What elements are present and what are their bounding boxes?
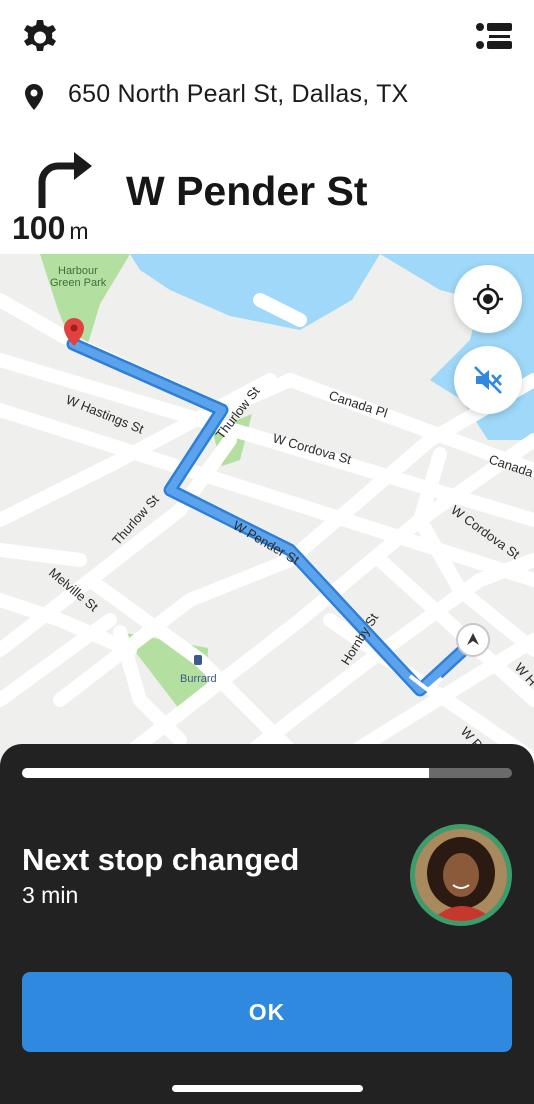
crosshair-icon (473, 284, 503, 314)
current-location-marker (456, 623, 490, 657)
water-area (130, 254, 380, 330)
turn-right-arrow-icon (30, 142, 96, 212)
map-label-w-pender: W Pender St (231, 518, 303, 568)
ok-button[interactable]: OK (22, 972, 512, 1052)
map-label-park-line2: Green Park (50, 277, 107, 289)
gear-icon[interactable] (20, 18, 60, 58)
notice-eta: 3 min (22, 882, 79, 908)
avatar (410, 824, 512, 926)
address-row: 650 North Pearl St, Dallas, TX (0, 78, 534, 128)
distance-value: 100 (12, 210, 66, 246)
map-label-burrard: Burrard (180, 673, 217, 685)
distance-unit: m (69, 218, 89, 244)
muted-speaker-icon (474, 366, 502, 394)
map-pin-icon (22, 82, 46, 112)
top-bar (0, 0, 534, 78)
notice-title: Next stop changed (22, 842, 300, 877)
avatar-photo (415, 829, 507, 921)
home-indicator[interactable] (172, 1085, 363, 1092)
turn-distance: 100 m (12, 210, 89, 247)
map-canvas: Harbour Green Park W Hastings St Thurlow… (0, 254, 534, 764)
mute-button[interactable] (454, 346, 522, 414)
next-street-name: W Pender St (126, 168, 368, 214)
progress-bar (22, 768, 512, 778)
recenter-button[interactable] (454, 265, 522, 333)
map-label-canada-pl: Canada Pl (327, 388, 389, 421)
progress-fill (22, 768, 429, 778)
destination-address: 650 North Pearl St, Dallas, TX (68, 80, 409, 108)
next-stop-sheet: Next stop changed 3 min OK (0, 744, 534, 1104)
burrard-station-icon (194, 655, 202, 665)
map-view[interactable]: Harbour Green Park W Hastings St Thurlow… (0, 254, 534, 764)
turn-instruction: 100 m W Pender St (0, 128, 534, 254)
list-icon[interactable] (474, 20, 514, 56)
map-label-park: Harbour (58, 265, 98, 277)
